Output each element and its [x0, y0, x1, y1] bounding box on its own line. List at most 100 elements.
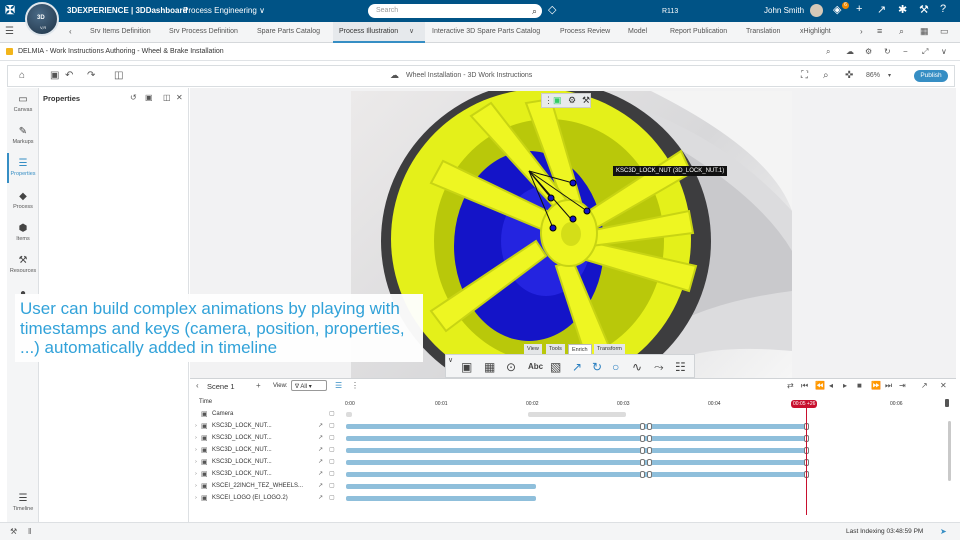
dock-icon[interactable]: ◫ [163, 93, 171, 102]
expand-icon[interactable]: › [195, 447, 197, 453]
ctx-tab-transform[interactable]: Transform [594, 344, 625, 354]
pin-icon[interactable]: ↗ [318, 458, 323, 465]
help-icon[interactable]: ? [940, 3, 946, 15]
measure-icon[interactable]: ⤳ [654, 360, 664, 375]
pan-icon[interactable]: ✜ [845, 70, 853, 81]
redo-icon[interactable]: ↷ [87, 70, 95, 81]
user-name[interactable]: John Smith [764, 6, 804, 15]
freehand-icon[interactable]: ∿ [632, 360, 642, 374]
timeline-end-handle[interactable] [945, 399, 949, 407]
chat-icon[interactable]: ▭ [940, 26, 949, 37]
rail-item-resources[interactable]: ⚒ Resources [7, 255, 39, 274]
prev-key-icon[interactable]: ⏪ [815, 381, 825, 390]
rail-item-markups[interactable]: ✎ Markups [7, 126, 39, 145]
keyframe[interactable] [647, 459, 652, 466]
pin-icon[interactable]: ↗ [318, 446, 323, 453]
keyframe[interactable] [647, 471, 652, 478]
track-row-lock-nut[interactable]: › ▣ KSC3D_LOCK_NUT... ↗ ▢ [190, 433, 950, 445]
stop-icon[interactable]: ■ [857, 381, 862, 390]
track-row-lock-nut[interactable]: › ▣ KSC3D_LOCK_NUT... ↗ ▢ [190, 421, 950, 433]
expand-icon[interactable]: › [195, 435, 197, 441]
keyframe[interactable] [640, 471, 645, 478]
tabs-next-icon[interactable]: › [860, 27, 863, 36]
share-icon[interactable]: ↗ [877, 3, 886, 16]
track-row-camera[interactable]: ▣ Camera ▢ [190, 409, 950, 421]
settings-icon[interactable]: ⚙ [568, 95, 576, 106]
track-bar[interactable] [346, 460, 808, 465]
track-row-lock-nut[interactable]: › ▣ KSC3D_LOCK_NUT... ↗ ▢ [190, 445, 950, 457]
minimize-icon[interactable]: − [903, 47, 908, 56]
tag-icon[interactable]: ◇ [548, 3, 556, 16]
tab-interactive-3d-spare-parts-catalog[interactable]: Interactive 3D Spare Parts Catalog [432, 28, 540, 35]
tabs-prev-icon[interactable]: ‹ [69, 27, 72, 36]
play-icon[interactable]: ▸ [843, 381, 847, 390]
cloud-icon[interactable]: ☁ [846, 47, 854, 56]
track-bar[interactable] [346, 472, 808, 477]
tab-srv-items-definition[interactable]: Srv Items Definition [90, 28, 151, 35]
timeline-scrollbar[interactable] [948, 421, 951, 481]
ctx-tab-enrich[interactable]: Enrich [568, 344, 592, 354]
lock-icon[interactable]: ▢ [329, 470, 335, 477]
tools-icon[interactable]: ⚒ [10, 527, 17, 536]
search-people-icon[interactable]: ⌕ [899, 26, 904, 37]
zoom-level[interactable]: 86% [866, 72, 880, 79]
rail-item-items[interactable]: ⬢ Items [7, 223, 39, 242]
pin-icon[interactable]: ↗ [318, 482, 323, 489]
save-icon[interactable]: ▣ [145, 93, 153, 102]
circle-icon[interactable]: ○ [612, 360, 619, 374]
undo-icon[interactable]: ↶ [65, 70, 73, 81]
track-bar[interactable] [528, 412, 626, 417]
tool-icon[interactable]: ⚒ [582, 95, 590, 106]
scene-name[interactable]: Scene 1 [207, 382, 235, 391]
add-icon[interactable]: + [256, 381, 261, 390]
add-icon[interactable]: + [856, 3, 862, 15]
view-filter-select[interactable]: ∇ All ▾ [291, 380, 327, 391]
maximize-icon[interactable]: ⤢ [922, 47, 928, 57]
compass-widget[interactable]: 3D V,R [25, 2, 59, 36]
first-frame-icon[interactable]: ⏮ [801, 381, 808, 391]
send-icon[interactable]: ➤ [940, 527, 947, 536]
tab-xhighlight[interactable]: xHighlight [800, 28, 831, 35]
tab-srv-process-definition[interactable]: Srv Process Definition [169, 28, 238, 35]
capture-icon[interactable]: ▦ [484, 360, 495, 374]
expand-icon[interactable]: › [195, 471, 197, 477]
zoom-icon[interactable]: ⌕ [823, 70, 829, 81]
menu-icon[interactable]: ☰ [5, 26, 14, 37]
lock-icon[interactable]: ▢ [329, 482, 335, 489]
more-icon[interactable]: ⋮ [351, 381, 359, 390]
playhead-time[interactable]: 00:05 +26 [791, 400, 818, 408]
tab-process-review[interactable]: Process Review [560, 28, 610, 35]
keyframe[interactable] [640, 459, 645, 466]
table-icon[interactable]: ☷ [675, 360, 686, 374]
panel-icon[interactable]: ◫ [114, 70, 123, 81]
grid-icon[interactable]: ▦ [920, 26, 929, 37]
track-bar[interactable] [346, 448, 808, 453]
search-input[interactable]: Search ⌕ [368, 4, 542, 18]
settings-icon[interactable]: ⚙ [865, 47, 872, 56]
keyframe[interactable] [647, 447, 652, 454]
expand-icon[interactable]: › [195, 483, 197, 489]
chevron-down-icon[interactable]: ∨ [409, 27, 414, 35]
search-icon[interactable]: ⌕ [532, 6, 537, 17]
expand-icon[interactable]: › [195, 423, 197, 429]
track-row-wheels[interactable]: › ▣ KSCEI_22INCH_TEZ_WHEELS... ↗ ▢ [190, 481, 950, 493]
pause-icon[interactable]: ‖ [28, 527, 31, 536]
list-icon[interactable]: ≡ [877, 26, 882, 36]
track-bar[interactable] [346, 496, 536, 501]
close-icon[interactable]: ✕ [940, 381, 947, 390]
marker-icon[interactable]: ⊙ [506, 360, 516, 374]
next-key-icon[interactable]: ⏩ [871, 381, 881, 390]
list-view-icon[interactable]: ☰ [335, 381, 342, 390]
rail-item-process[interactable]: ◆ Process [7, 191, 39, 210]
avatar[interactable] [810, 4, 823, 17]
fit-all-icon[interactable]: ⛶ [801, 70, 808, 81]
chevron-down-icon[interactable]: ▾ [888, 72, 891, 79]
ctx-tab-view[interactable]: View [524, 344, 542, 354]
keyframe[interactable] [640, 447, 645, 454]
color-icon[interactable]: ▣ [553, 95, 562, 106]
tab-process-illustration[interactable]: Process Illustration ∨ [333, 22, 425, 43]
collapse-icon[interactable]: ∨ [448, 356, 453, 364]
track-bar[interactable] [346, 436, 808, 441]
camera-icon[interactable]: ▣ [461, 360, 472, 374]
image-icon[interactable]: ▧ [550, 360, 561, 374]
